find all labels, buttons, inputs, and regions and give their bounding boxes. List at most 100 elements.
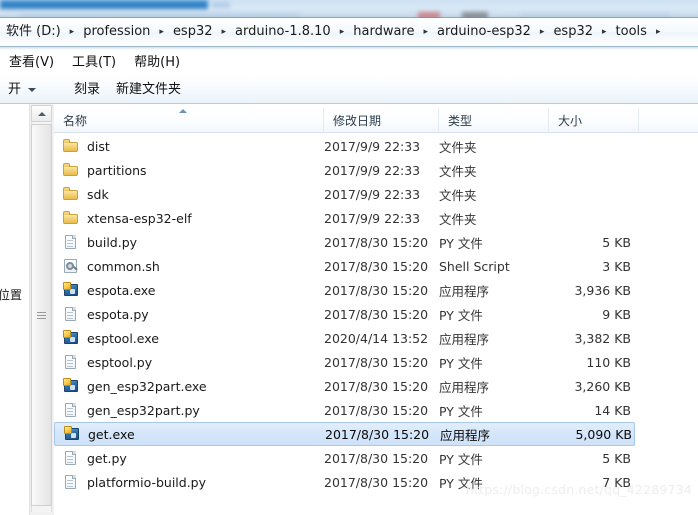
breadcrumb-item-arduino[interactable]: arduino-1.8.10 xyxy=(231,22,335,42)
file-name-label: dist xyxy=(87,138,110,154)
cell-name[interactable]: build.py xyxy=(54,230,322,254)
command-toolbar[interactable]: 开 刻录 新建文件夹 xyxy=(0,76,698,104)
chevron-down-icon[interactable] xyxy=(28,87,37,92)
file-list-pane[interactable]: 名称 修改日期 类型 大小 dist 2017/9/9 22:33 文件夹 parti… xyxy=(54,104,698,515)
breadcrumb-separator-icon[interactable]: ▸ xyxy=(335,24,350,40)
cell-name[interactable]: gen_esp32part.exe xyxy=(54,374,322,398)
blurred-titlebar-strip xyxy=(0,0,208,9)
menu-item-tools[interactable]: 工具(T) xyxy=(63,52,125,74)
cell-date: 2017/8/30 15:20 xyxy=(324,234,429,250)
application-icon xyxy=(63,330,79,346)
scrollbar-up-button[interactable] xyxy=(31,105,52,122)
table-row[interactable]: common.sh 2017/8/30 15:20 Shell Script 3 KB xyxy=(54,254,698,278)
breadcrumb-separator-icon[interactable]: ▸ xyxy=(535,24,550,40)
table-row[interactable]: gen_esp32part.py 2017/8/30 15:20 PY 文件 14 K… xyxy=(54,398,698,422)
cell-type: PY 文件 xyxy=(439,235,483,251)
address-bar[interactable]: 软件 (D:) ▸ profession ▸ esp32 ▸ arduino-1… xyxy=(0,18,698,47)
breadcrumb-item-drive[interactable]: 软件 (D:) xyxy=(2,22,65,42)
cell-size: 110 KB xyxy=(586,354,631,370)
py-file-icon xyxy=(63,306,79,322)
cell-date: 2017/8/30 15:20 xyxy=(324,354,429,370)
table-row[interactable]: partitions 2017/9/9 22:33 文件夹 xyxy=(54,158,698,182)
column-header-type[interactable]: 类型 xyxy=(439,108,549,133)
cell-name[interactable]: esptool.exe xyxy=(54,326,322,350)
file-name-label: platformio-build.py xyxy=(87,474,207,490)
file-name-label: gen_esp32part.exe xyxy=(87,378,207,394)
new-folder-button[interactable]: 新建文件夹 xyxy=(108,78,189,102)
column-header-size[interactable]: 大小 xyxy=(549,108,639,133)
scrollbar-thumb[interactable] xyxy=(31,124,52,506)
cell-date: 2017/8/30 15:20 xyxy=(324,258,429,274)
breadcrumb-separator-icon[interactable]: ▸ xyxy=(154,24,169,40)
file-name-label: espota.py xyxy=(87,306,149,322)
cell-date: 2017/8/30 15:20 xyxy=(324,450,429,466)
cell-name[interactable]: common.sh xyxy=(54,254,322,278)
column-header-date[interactable]: 修改日期 xyxy=(324,108,439,133)
cell-name[interactable]: espota.py xyxy=(54,302,322,326)
cell-name[interactable]: partitions xyxy=(54,158,322,182)
cell-name[interactable]: get.exe xyxy=(55,422,323,446)
breadcrumb-separator-icon[interactable]: ▸ xyxy=(418,24,433,40)
nav-pane-clipped-label[interactable]: 位置 xyxy=(0,286,22,303)
table-row[interactable]: build.py 2017/8/30 15:20 PY 文件 5 KB xyxy=(54,230,698,254)
cell-size: 3,936 KB xyxy=(574,282,631,298)
breadcrumb-item-profession[interactable]: profession xyxy=(79,22,154,42)
folder-icon xyxy=(63,162,79,178)
table-row-selected[interactable]: get.exe 2017/8/30 15:20 应用程序 5,090 KB xyxy=(54,422,635,446)
breadcrumb-item-hardware[interactable]: hardware xyxy=(349,22,418,42)
py-file-icon xyxy=(63,474,79,490)
table-row[interactable]: xtensa-esp32-elf 2017/9/9 22:33 文件夹 xyxy=(54,206,698,230)
breadcrumb[interactable]: 软件 (D:) ▸ profession ▸ esp32 ▸ arduino-1… xyxy=(0,22,665,42)
file-list-rows[interactable]: dist 2017/9/9 22:33 文件夹 partitions 2017/9/9 … xyxy=(54,134,698,494)
cell-name[interactable]: dist xyxy=(54,134,322,158)
table-row[interactable]: esptool.exe 2020/4/14 13:52 应用程序 3,382 KB xyxy=(54,326,698,350)
table-row[interactable]: get.py 2017/8/30 15:20 PY 文件 5 KB xyxy=(54,446,698,470)
column-header-row[interactable]: 名称 修改日期 类型 大小 xyxy=(54,108,698,133)
table-row[interactable]: esptool.py 2017/8/30 15:20 PY 文件 110 KB xyxy=(54,350,698,374)
cell-date: 2017/8/30 15:20 xyxy=(324,378,429,394)
column-header-filler[interactable] xyxy=(639,108,698,133)
cell-type: 文件夹 xyxy=(439,187,477,203)
table-row[interactable]: espota.exe 2017/8/30 15:20 应用程序 3,936 KB xyxy=(54,278,698,302)
caret-up-icon xyxy=(37,111,46,116)
cell-name[interactable]: espota.exe xyxy=(54,278,322,302)
cell-name[interactable]: gen_esp32part.py xyxy=(54,398,322,422)
open-button[interactable]: 开 xyxy=(0,78,44,102)
cell-size: 3,260 KB xyxy=(574,378,631,394)
file-name-label: esptool.exe xyxy=(87,330,159,346)
breadcrumb-separator-icon[interactable]: ▸ xyxy=(65,24,80,40)
cell-name[interactable]: xtensa-esp32-elf xyxy=(54,206,322,230)
table-row[interactable]: sdk 2017/9/9 22:33 文件夹 xyxy=(54,182,698,206)
breadcrumb-item-tools[interactable]: tools xyxy=(612,22,651,42)
folder-icon xyxy=(63,138,79,154)
cell-date: 2017/9/9 22:33 xyxy=(324,186,421,202)
column-header-name[interactable]: 名称 xyxy=(54,108,324,133)
table-row[interactable]: espota.py 2017/8/30 15:20 PY 文件 9 KB xyxy=(54,302,698,326)
table-row[interactable]: dist 2017/9/9 22:33 文件夹 xyxy=(54,134,698,158)
breadcrumb-separator-icon[interactable]: ▸ xyxy=(217,24,232,40)
cell-size: 5 KB xyxy=(602,450,631,466)
breadcrumb-item-arduino-esp32[interactable]: arduino-esp32 xyxy=(433,22,535,42)
file-name-label: get.exe xyxy=(88,426,135,442)
burn-button[interactable]: 刻录 xyxy=(66,78,108,102)
cell-size: 5,090 KB xyxy=(575,426,632,442)
open-button-label: 开 xyxy=(8,81,22,97)
menu-item-view[interactable]: 查看(V) xyxy=(0,52,63,74)
cell-name[interactable]: esptool.py xyxy=(54,350,322,374)
cell-name[interactable]: sdk xyxy=(54,182,322,206)
menu-item-help[interactable]: 帮助(H) xyxy=(125,52,189,74)
cell-name[interactable]: get.py xyxy=(54,446,322,470)
breadcrumb-item-esp32[interactable]: esp32 xyxy=(169,22,217,42)
py-file-icon xyxy=(63,402,79,418)
breadcrumb-item-esp32-2[interactable]: esp32 xyxy=(549,22,597,42)
cell-date: 2017/9/9 22:33 xyxy=(324,162,421,178)
cell-name[interactable]: platformio-build.py xyxy=(54,470,322,494)
navigation-pane[interactable]: 位置 xyxy=(0,104,29,515)
breadcrumb-separator-icon[interactable]: ▸ xyxy=(651,24,666,40)
file-name-label: build.py xyxy=(87,234,138,250)
cell-size xyxy=(549,206,635,230)
table-row[interactable]: gen_esp32part.exe 2017/8/30 15:20 应用程序 3,26… xyxy=(54,374,698,398)
menu-bar[interactable]: 查看(V) 工具(T) 帮助(H) xyxy=(0,50,698,76)
breadcrumb-separator-icon[interactable]: ▸ xyxy=(597,24,612,40)
cell-size: 5 KB xyxy=(602,234,631,250)
